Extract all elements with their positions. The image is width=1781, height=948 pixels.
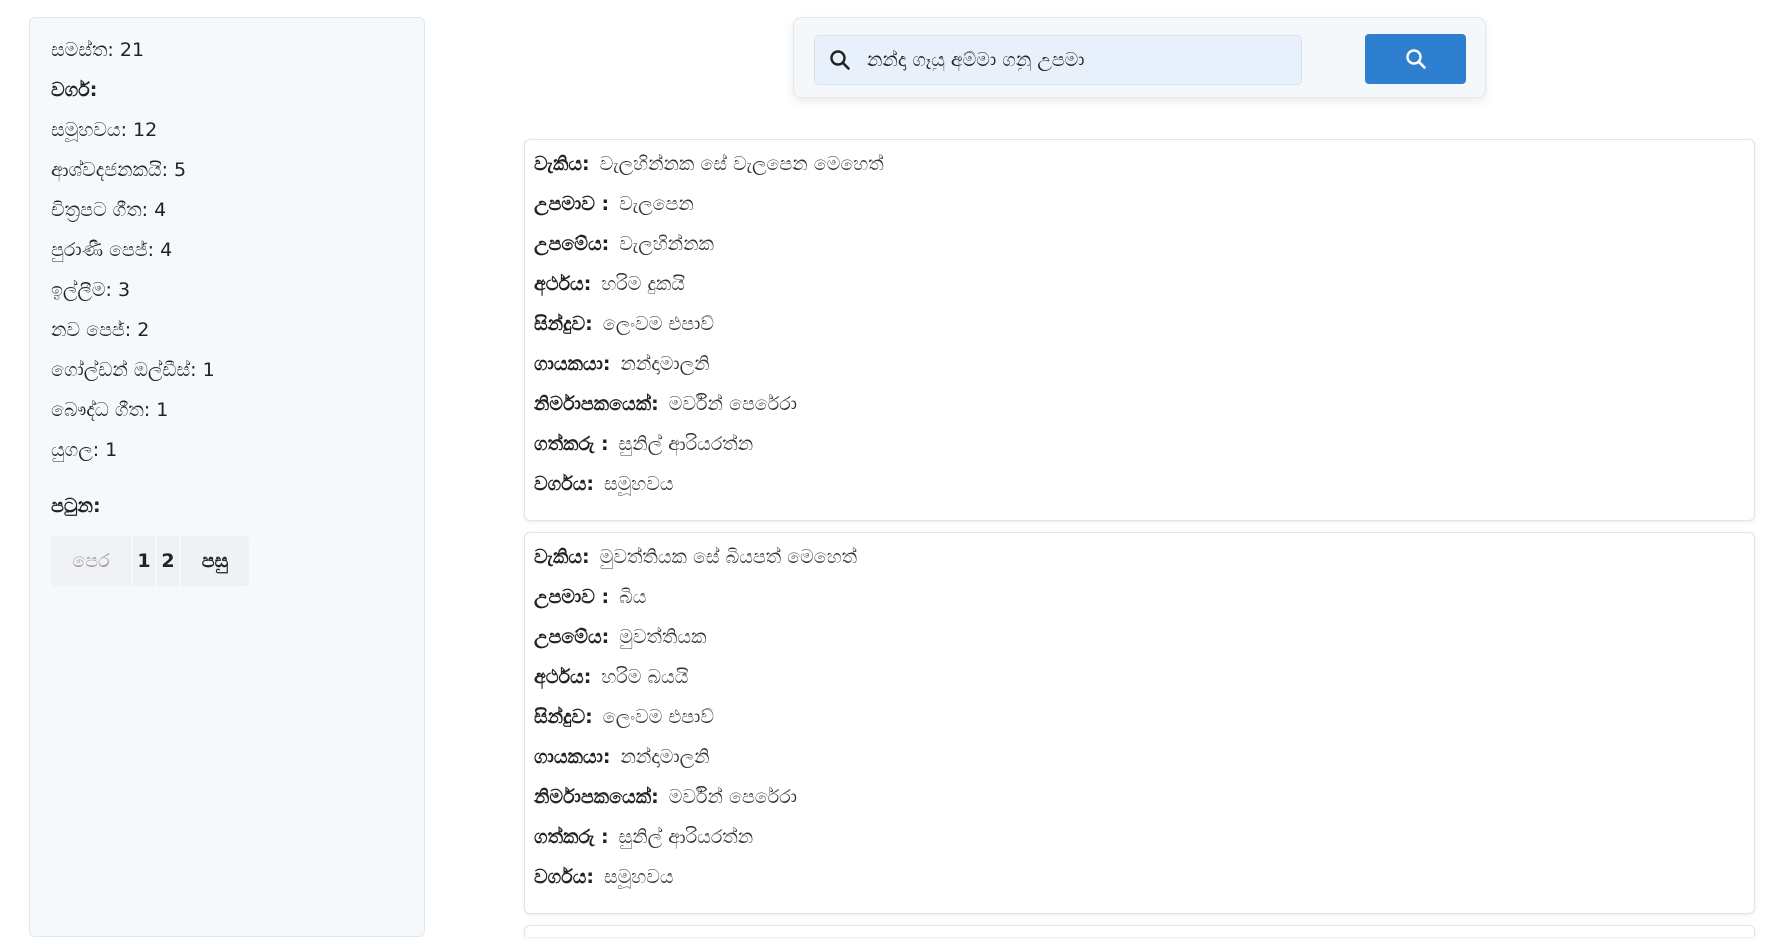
field-value: හරිම බයයි bbox=[601, 666, 689, 688]
category-field: වර්ගය: සමූහවය bbox=[534, 865, 1745, 905]
result-card bbox=[524, 925, 1755, 937]
search-button[interactable] bbox=[1365, 34, 1466, 84]
page-1-button[interactable]: 1 bbox=[133, 536, 155, 586]
field-label: නිර්මාපකයෙක්: bbox=[534, 393, 659, 415]
total-count: සමස්ත: 21 bbox=[51, 39, 145, 61]
field-value: බිය bbox=[619, 586, 647, 608]
field-value: නන්දාමාලනි bbox=[620, 353, 710, 375]
producer-field: නිර්මාපකයෙක්: මර්වින් පෙරේරා bbox=[534, 785, 1745, 825]
meaning-field: අර්ථය: හරිම බයයි bbox=[534, 665, 1745, 705]
field-label: අර්ථය: bbox=[534, 273, 592, 295]
field-value: සුනිල් ආරියරත්න bbox=[618, 433, 754, 455]
field-value: මර්වින් පෙරේරා bbox=[668, 393, 797, 415]
results-list: වැකිය: වැලහින්නක සේ වැලපෙන මෙහෙත් උපමාව :… bbox=[524, 139, 1755, 948]
field-label: උපමාව : bbox=[534, 193, 610, 215]
field-value: සුනිල් ආරියරත්න bbox=[618, 826, 754, 848]
category-count-item: චිත්‍රපට ගීත: 4 bbox=[51, 199, 167, 221]
singer-field: ගායකයා: නන්දාමාලනි bbox=[534, 352, 1745, 392]
field-label: වැකිය: bbox=[534, 153, 590, 175]
lyricist-field: ගත්කරු : සුනිල් ආරියරත්න bbox=[534, 825, 1745, 865]
category-count-item: ආශ්වදජනකයි: 5 bbox=[51, 159, 187, 181]
field-label: උපමේය: bbox=[534, 233, 610, 255]
comparator-field: උපමාව : වැලපෙන bbox=[534, 192, 1745, 232]
pagination: පෙර 1 2 පසු bbox=[51, 536, 403, 586]
comparator-field: උපමාව : බිය bbox=[534, 585, 1745, 625]
sentence-field: වැකිය: මුවත්තියක සේ බියපත් මෙහෙත් bbox=[534, 545, 1745, 585]
category-count-item: බෞද්ධ ගීත: 1 bbox=[51, 399, 169, 421]
category-count-item: ගෝල්ඩන් ඔල්ඩීස්: 1 bbox=[51, 359, 215, 381]
field-value: සමූහවය bbox=[603, 866, 674, 888]
search-input[interactable] bbox=[865, 36, 1295, 84]
category-count-item: යුගල: 1 bbox=[51, 439, 118, 461]
category-count-item: නව පෙජ්: 2 bbox=[51, 319, 150, 341]
meaning-field: අර්ථය: හරිම දුකයි bbox=[534, 272, 1745, 312]
category-count-item: සමූහවය: 12 bbox=[51, 119, 158, 141]
field-label: ගායකයා: bbox=[534, 353, 611, 375]
field-value: සමූහවය bbox=[603, 473, 674, 495]
sentence-field: වැකිය: වැලහින්නක සේ වැලපෙන මෙහෙත් bbox=[534, 152, 1745, 192]
field-label: සින්දුව: bbox=[534, 706, 593, 728]
pagination-heading: පටුන: bbox=[51, 495, 101, 517]
prev-page-button[interactable]: පෙර bbox=[51, 536, 131, 586]
field-label: සින්දුව: bbox=[534, 313, 593, 335]
field-value: මුවත්තියක සේ බියපත් මෙහෙත් bbox=[599, 546, 858, 568]
producer-field: නිර්මාපකයෙක්: මර්වින් පෙරේරා bbox=[534, 392, 1745, 432]
search-icon bbox=[1406, 49, 1426, 69]
result-card: වැකිය: වැලහින්නක සේ වැලපෙන මෙහෙත් උපමාව :… bbox=[524, 139, 1755, 521]
field-value: මර්වින් පෙරේරා bbox=[668, 786, 797, 808]
field-value: මුවත්තියක bbox=[619, 626, 707, 648]
field-label: වැකිය: bbox=[534, 546, 590, 568]
singer-field: ගායකයා: නන්දාමාලනි bbox=[534, 745, 1745, 785]
page-2-button[interactable]: 2 bbox=[157, 536, 179, 586]
field-value: වැලපෙන bbox=[619, 193, 694, 215]
field-label: නිර්මාපකයෙක්: bbox=[534, 786, 659, 808]
search-icon bbox=[828, 48, 852, 72]
field-value: වැලහින්නක bbox=[619, 233, 714, 255]
field-value: ලෙංවම එපාව් bbox=[602, 706, 715, 728]
field-label: වර්ගය: bbox=[534, 866, 594, 888]
field-label: ගායකයා: bbox=[534, 746, 611, 768]
result-card: වැකිය: මුවත්තියක සේ බියපත් මෙහෙත් උපමාව :… bbox=[524, 532, 1755, 914]
compared-field: උපමේය: මුවත්තියක bbox=[534, 625, 1745, 665]
search-bar bbox=[793, 17, 1486, 98]
field-label: ගත්කරු : bbox=[534, 433, 609, 455]
stats-sidebar: සමස්ත: 21 වර්ග: සමූහවය: 12 ආශ්වදජනකයි: 5… bbox=[29, 17, 425, 937]
field-value: හරිම දුකයි bbox=[601, 273, 685, 295]
category-heading: වර්ග: bbox=[51, 79, 98, 101]
field-label: වර්ගය: bbox=[534, 473, 594, 495]
search-field[interactable] bbox=[814, 35, 1302, 85]
field-value: ලෙංවම එපාව් bbox=[602, 313, 715, 335]
field-label: අර්ථය: bbox=[534, 666, 592, 688]
song-field: සින්දුව: ලෙංවම එපාව් bbox=[534, 312, 1745, 352]
field-label: උපමාව : bbox=[534, 586, 610, 608]
field-label: උපමේය: bbox=[534, 626, 610, 648]
compared-field: උපමේය: වැලහින්නක bbox=[534, 232, 1745, 272]
field-label: ගත්කරු : bbox=[534, 826, 609, 848]
field-value: නන්දාමාලනි bbox=[620, 746, 710, 768]
category-count-item: ඉල්ලීම: 3 bbox=[51, 279, 131, 301]
category-field: වර්ගය: සමූහවය bbox=[534, 472, 1745, 512]
field-value: වැලහින්නක සේ වැලපෙන මෙහෙත් bbox=[599, 153, 884, 175]
lyricist-field: ගත්කරු : සුනිල් ආරියරත්න bbox=[534, 432, 1745, 472]
category-count-item: පුරාණී පෙජ්: 4 bbox=[51, 239, 173, 261]
next-page-button[interactable]: පසු bbox=[181, 536, 249, 586]
song-field: සින්දුව: ලෙංවම එපාව් bbox=[534, 705, 1745, 745]
